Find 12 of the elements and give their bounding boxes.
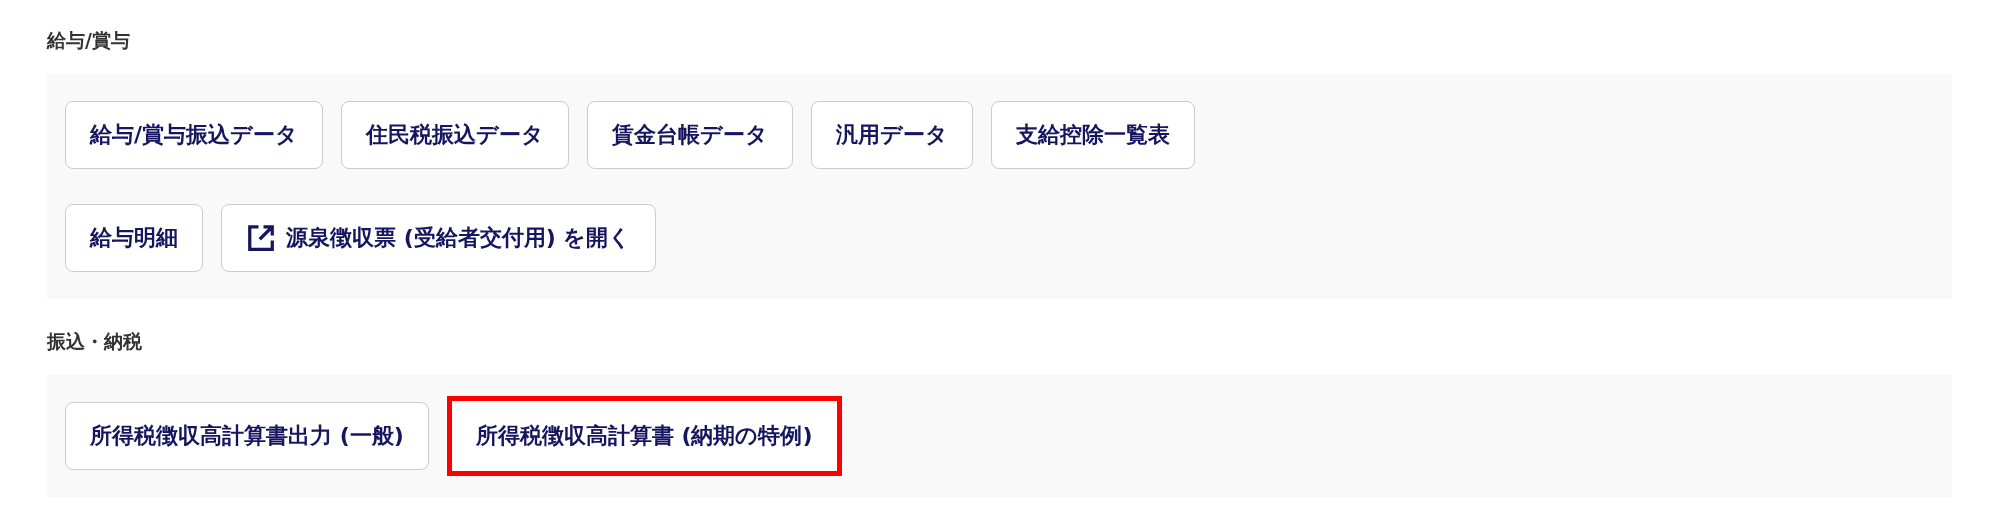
section-title: 振込・納税	[47, 329, 143, 354]
export-button[interactable]: 汎用データ	[811, 101, 974, 169]
export-button[interactable]: 所得税徴収高計算書出力 (一般)	[65, 402, 429, 470]
export-button[interactable]: 支給控除一覧表	[991, 101, 1196, 169]
export-button[interactable]: 源泉徴収票 (受給者交付用) を開く	[221, 204, 657, 272]
export-button[interactable]: 給与明細	[65, 204, 203, 272]
export-button[interactable]: 賃金台帳データ	[587, 101, 794, 169]
section-title: 給与/賞与	[47, 28, 131, 53]
external-link-icon	[246, 223, 276, 253]
export-button[interactable]: 給与/賞与振込データ	[65, 101, 324, 169]
export-button[interactable]: 所得税徴収高計算書 (納期の特例)	[446, 396, 842, 476]
export-button[interactable]: 住民税振込データ	[341, 101, 570, 169]
